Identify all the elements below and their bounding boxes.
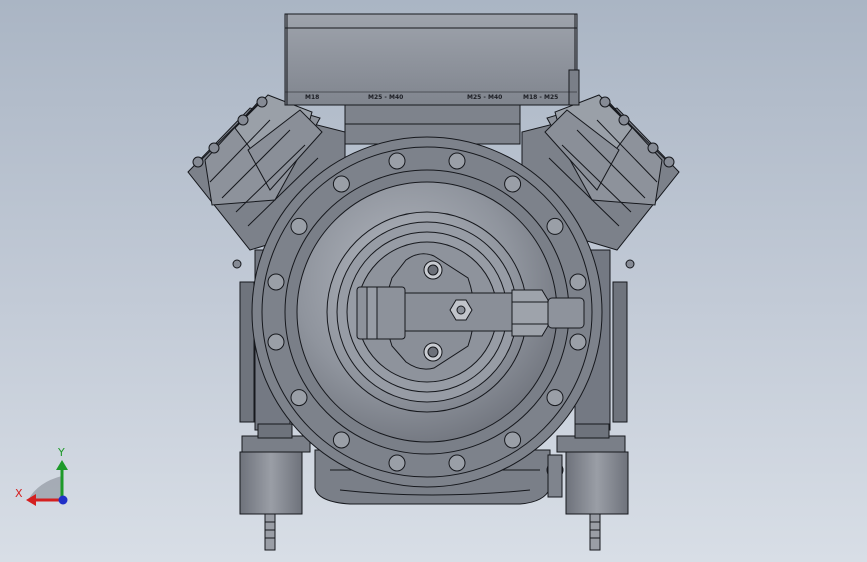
compressor-front-view: M18 M25 - M40 M25 - M40 M18 - M25 Y X xyxy=(15,13,680,551)
flange-bolt xyxy=(504,431,522,449)
left-foot-bolt xyxy=(264,513,276,551)
right-foot-bolt xyxy=(589,513,601,551)
y-axis-arrow xyxy=(56,460,68,470)
terminal-box xyxy=(284,13,580,106)
terminal-label-1: M18 xyxy=(305,94,319,101)
y-axis-label: Y xyxy=(57,446,65,459)
flange-bolt xyxy=(504,175,522,193)
terminal-label-4: M18 - M25 xyxy=(523,94,558,101)
flange-bolt xyxy=(267,273,285,291)
flange-bolt xyxy=(332,175,350,193)
flange-bolt xyxy=(448,152,466,170)
terminal-label-3: M25 - M40 xyxy=(467,94,502,101)
flange-bolt xyxy=(569,273,587,291)
flange-bolt xyxy=(448,454,466,472)
right-mounting-foot xyxy=(565,451,629,515)
coordinate-triad: Y X xyxy=(15,446,68,506)
flange-bolt xyxy=(388,454,406,472)
left-mounting-foot xyxy=(239,451,303,515)
flange-bolt xyxy=(267,333,285,351)
flange-bolt xyxy=(290,389,308,407)
x-axis-label: X xyxy=(15,487,23,500)
flange-bolt xyxy=(290,217,308,235)
terminal-label-2: M25 - M40 xyxy=(368,94,403,101)
cad-viewport[interactable]: M18 M25 - M40 M25 - M40 M18 - M25 Y X xyxy=(0,0,867,562)
flange-bolt xyxy=(546,389,564,407)
flange-bolt xyxy=(569,333,587,351)
flange-bolt xyxy=(546,217,564,235)
flange-bolt xyxy=(388,152,406,170)
z-axis-dot xyxy=(58,495,68,505)
flange-bolt xyxy=(332,431,350,449)
